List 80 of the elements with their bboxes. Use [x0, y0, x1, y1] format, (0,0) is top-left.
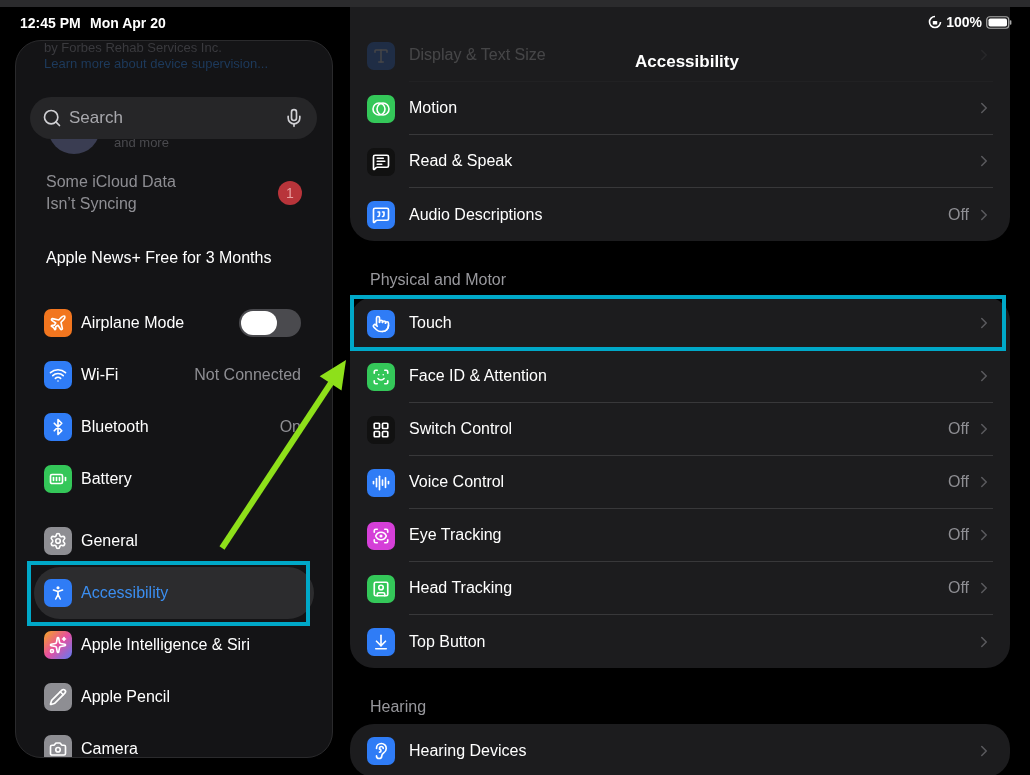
row-label: Audio Descriptions — [409, 205, 543, 224]
sidebar-item-label: General — [81, 532, 139, 550]
row-label: Eye Tracking — [409, 526, 502, 544]
sidebar-item-label: Wi-Fi — [81, 366, 120, 384]
search-icon — [42, 108, 62, 128]
settings-row[interactable]: Top Button — [350, 615, 1010, 668]
sidebar-item-label: Airplane Mode — [81, 314, 186, 332]
settings-row[interactable]: Eye Tracking Off — [350, 509, 1010, 562]
camera-icon — [44, 735, 72, 757]
settings-icon — [44, 527, 72, 555]
battery-percentage: 100% — [946, 14, 982, 30]
row-label: Read & Speak — [409, 152, 513, 170]
row-label: Voice Control — [409, 473, 505, 491]
sparkle-icon — [44, 631, 72, 659]
person-frame-icon — [367, 574, 395, 603]
ear-icon — [367, 736, 395, 765]
setting-value: Not Connected — [194, 366, 301, 384]
row-label: Touch — [409, 314, 452, 332]
settings-row[interactable]: Voice Control Off — [350, 456, 1010, 509]
sidebar-item[interactable]: Accessibility — [34, 567, 314, 619]
settings-row[interactable]: Touch — [350, 297, 1010, 350]
bluetooth-icon — [44, 413, 72, 441]
sidebar-item-label: Bluetooth — [81, 418, 150, 436]
row-label: Top Button — [409, 632, 486, 651]
row-label: Motion — [409, 99, 458, 117]
sidebar-item-label: Apple Pencil — [81, 688, 171, 706]
row-label: Face ID & Attention — [409, 367, 547, 385]
wifi-icon — [44, 361, 72, 389]
sidebar-item[interactable]: General — [34, 515, 314, 567]
overlapping-circles-icon — [367, 94, 395, 123]
settings-row[interactable]: Face ID & Attention — [350, 350, 1010, 403]
pointing-hand-icon — [367, 309, 395, 338]
sidebar-item-label: Camera — [81, 740, 139, 757]
grid-icon — [367, 415, 395, 444]
face-scan-icon — [367, 362, 395, 391]
speech-bubble-icon — [367, 147, 395, 176]
row-label: Switch Control — [409, 420, 513, 438]
pencil-icon — [44, 683, 72, 711]
nav-title: Accessibility — [635, 52, 739, 72]
promo-link[interactable]: Apple News+ Free for 3 Months — [16, 219, 332, 297]
sidebar-item[interactable]: Battery — [34, 453, 314, 505]
row-value: Off — [947, 205, 969, 224]
row-value: Off — [947, 526, 969, 544]
sidebar-item[interactable]: Airplane Mode — [34, 297, 314, 349]
notification-badge: 1 — [278, 181, 302, 205]
row-label: Hearing Devices — [409, 741, 527, 760]
microphone-icon[interactable] — [284, 108, 304, 128]
battery-icon — [44, 465, 72, 493]
rotation-lock-icon — [928, 15, 943, 29]
sidebar-item-label: Apple Intelligence & Siri — [81, 636, 251, 654]
status-date: Mon Apr 20 — [90, 15, 166, 31]
battery-icon — [986, 15, 1012, 29]
sidebar-item[interactable]: Apple Pencil — [34, 671, 314, 723]
search-field[interactable]: Search — [30, 97, 317, 139]
icloud-alert[interactable]: Some iCloud Data Isn’t Syncing — [46, 171, 206, 215]
section-header: Physical and Motor — [369, 270, 508, 290]
settings-row[interactable]: Audio Descriptions Off — [350, 188, 1010, 241]
sidebar-item-label: Accessibility — [81, 584, 170, 602]
settings-row[interactable]: Motion — [350, 82, 1010, 135]
settings-row[interactable]: Head Tracking Off — [350, 562, 1010, 615]
settings-row[interactable]: Read & Speak — [350, 135, 1010, 188]
row-value: Off — [947, 473, 969, 491]
text-size-icon — [367, 41, 395, 70]
section-header: Hearing — [369, 697, 428, 717]
sidebar-item[interactable]: Apple Intelligence & Siri — [34, 619, 314, 671]
quote-bubble-icon — [367, 200, 395, 229]
row-value: Off — [947, 420, 969, 438]
eye-scan-icon — [367, 521, 395, 550]
status-time: 12:45 PM — [20, 15, 81, 31]
sidebar-item-label: Battery — [81, 470, 133, 488]
sidebar-item[interactable]: Wi-Fi Not Connected — [34, 349, 314, 401]
sound-wave-icon — [367, 468, 395, 497]
airplane-icon — [44, 309, 72, 337]
settings-row[interactable]: Hearing Devices — [350, 724, 1010, 775]
settings-row[interactable]: Switch Control Off — [350, 403, 1010, 456]
sidebar-item[interactable]: Camera — [34, 723, 314, 757]
accessibility-icon — [44, 579, 72, 607]
row-label: Head Tracking — [409, 579, 513, 597]
toggle-switch[interactable] — [239, 309, 301, 337]
row-value: Off — [947, 579, 969, 597]
